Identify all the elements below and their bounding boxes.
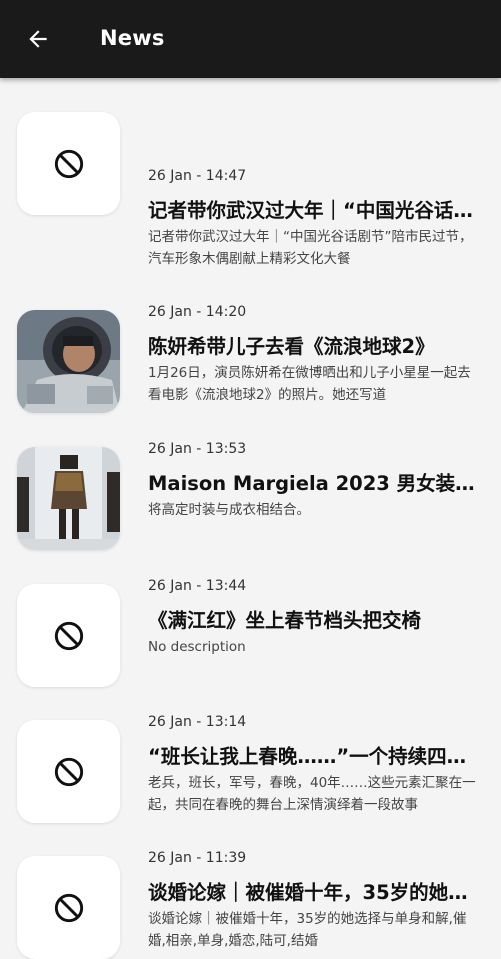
news-title: 记者带你武汉过大年｜“中国光谷话剧节”陪市民过节: [148, 199, 483, 222]
no-image-icon: [54, 893, 83, 922]
news-time: 26 Jan - 13:53: [148, 441, 247, 457]
back-button[interactable]: [22, 23, 54, 55]
no-image-icon: [54, 149, 83, 178]
page-title: News: [100, 26, 165, 50]
news-item[interactable]: 26 Jan - 13:14 “班长让我上春晚……”一个持续四十年的约定 老兵，…: [0, 638, 501, 823]
news-title: “班长让我上春晚……”一个持续四十年的约定: [148, 745, 483, 768]
news-time: 26 Jan - 13:14: [148, 714, 247, 730]
news-item[interactable]: 26 Jan - 14:20 陈妍希带儿子去看《流浪地球2》 1月26日，演员陈…: [0, 228, 501, 413]
news-item[interactable]: 26 Jan - 13:44 《满江红》坐上春节档头把交椅 No descrip…: [0, 502, 501, 687]
news-thumbnail: [17, 112, 120, 215]
news-title: 谈婚论嫁｜被催婚十年，35岁的她选择与单身和解: [148, 881, 483, 904]
news-time: 26 Jan - 13:44: [148, 578, 247, 594]
news-description: 谈婚论嫁｜被催婚十年，35岁的她选择与单身和解,催婚,相亲,单身,婚恋,陆可,结…: [148, 911, 467, 949]
app-bar: News: [0, 0, 501, 78]
news-time: 26 Jan - 14:47: [148, 168, 247, 184]
news-item[interactable]: 26 Jan - 11:39 谈婚论嫁｜被催婚十年，35岁的她选择与单身和解 谈…: [0, 774, 501, 959]
news-time: 26 Jan - 14:20: [148, 304, 247, 320]
arrow-left-icon: [29, 30, 47, 48]
news-item[interactable]: 26 Jan - 13:53 Maison Margiela 2023 男女装高…: [0, 365, 501, 550]
news-title: 陈妍希带儿子去看《流浪地球2》: [148, 335, 435, 358]
news-item[interactable]: 26 Jan - 14:47 记者带你武汉过大年｜“中国光谷话剧节”陪市民过节 …: [0, 92, 501, 267]
news-thumbnail: [17, 856, 120, 959]
news-time: 26 Jan - 11:39: [148, 850, 247, 866]
news-title: Maison Margiela 2023 男女装高定系列: [148, 472, 483, 495]
news-title: 《满江红》坐上春节档头把交椅: [148, 609, 422, 632]
